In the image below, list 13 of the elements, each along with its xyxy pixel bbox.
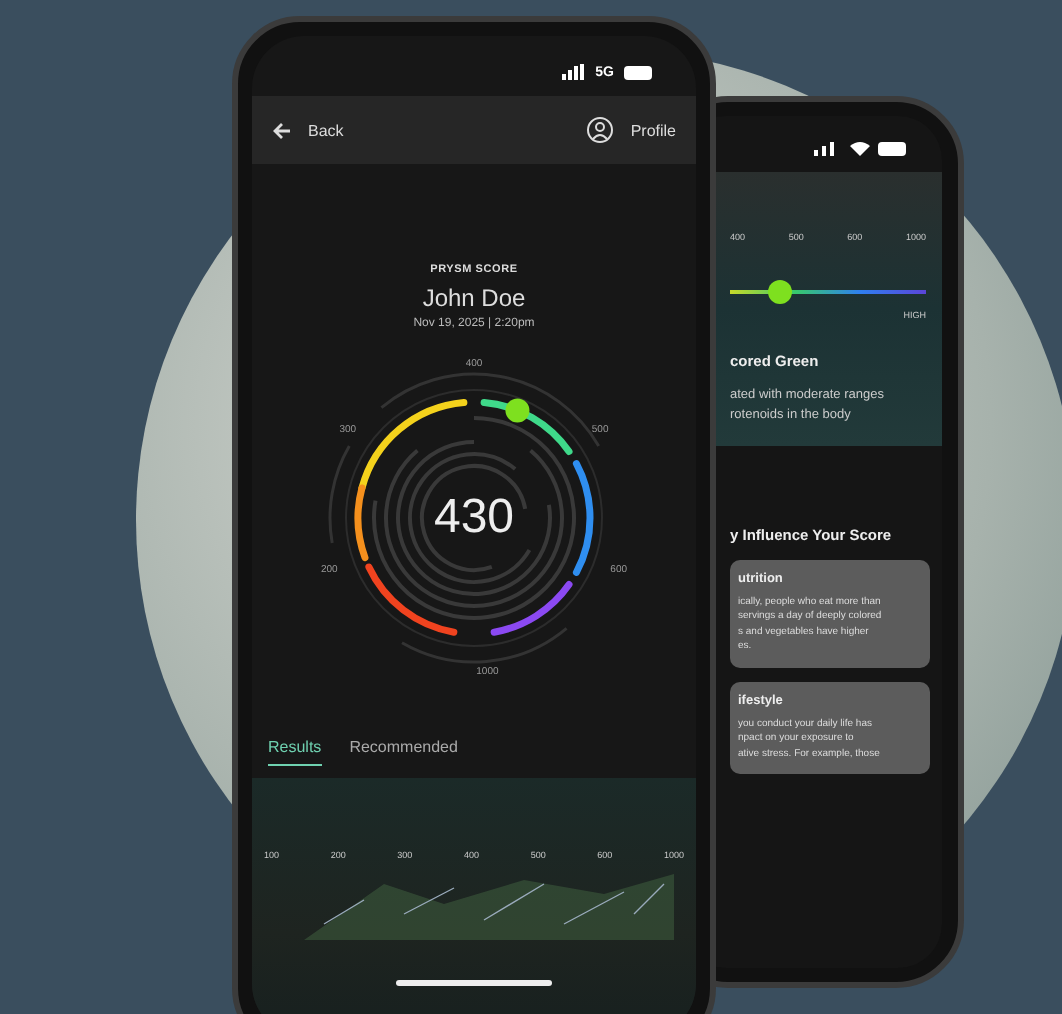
battery-icon bbox=[624, 65, 652, 79]
signal-icon bbox=[561, 64, 586, 80]
back-button[interactable]: Back bbox=[272, 121, 344, 139]
back-arrow-icon bbox=[272, 121, 292, 139]
score-value: 430 bbox=[433, 490, 515, 546]
battery-icon bbox=[878, 141, 906, 155]
tab[interactable]: Results bbox=[268, 738, 322, 766]
user-name: John Doe bbox=[422, 284, 526, 312]
tab[interactable]: Recommended bbox=[349, 738, 458, 766]
profile-button[interactable]: Profile bbox=[586, 116, 676, 144]
wifi-icon bbox=[850, 140, 870, 156]
gauge-thumb bbox=[505, 398, 530, 423]
profile-icon bbox=[586, 116, 615, 144]
